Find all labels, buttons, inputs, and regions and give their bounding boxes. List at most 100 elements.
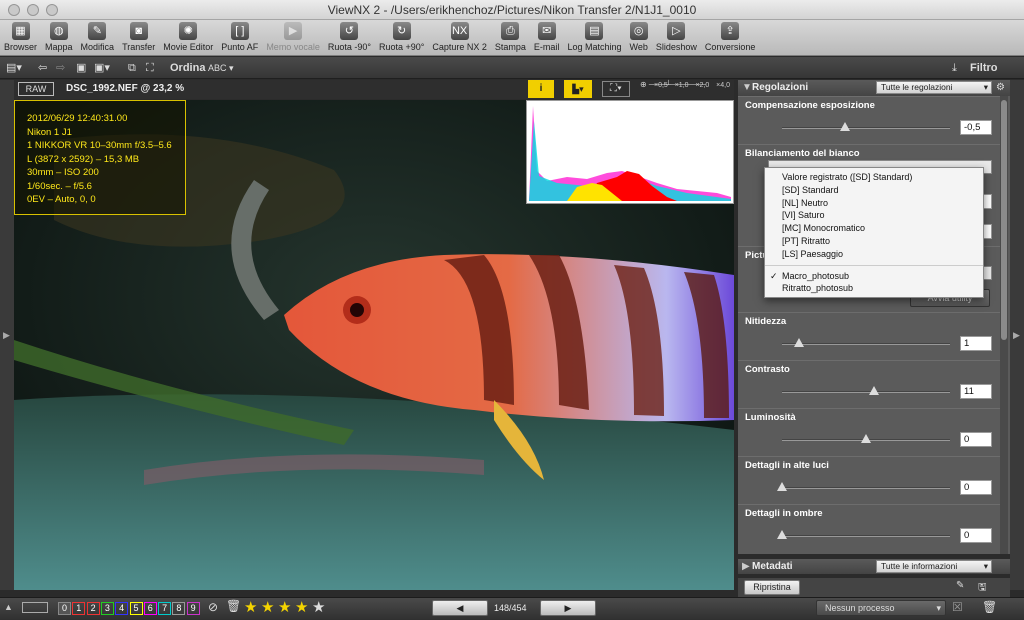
menu-item[interactable]: [VI] Saturo (765, 209, 983, 222)
copy-icon[interactable]: ⧉ (128, 60, 136, 76)
adjustment-value-field[interactable]: 0 (960, 528, 992, 543)
right-panel-toggle[interactable]: ▶ (1010, 80, 1024, 590)
download-icon[interactable]: ⤓ (952, 60, 957, 76)
toolbar-button-label: Ruota -90° (327, 42, 371, 52)
adjustment-slider-track[interactable] (782, 487, 950, 489)
toolbar-rotate-left-button[interactable]: ↺ Ruota -90° (328, 20, 371, 52)
color-label-4[interactable]: 4 (115, 602, 129, 615)
color-label-5[interactable]: 5 (129, 602, 143, 615)
histogram-toggle-icon[interactable]: ▙▾ (564, 80, 592, 98)
color-label-1[interactable]: 1 (72, 602, 86, 615)
color-label-0[interactable]: 0 (58, 602, 71, 615)
adjustment-value-field[interactable]: 11 (960, 384, 992, 399)
menu-item-custom[interactable]: ✓ Macro_photosub (765, 270, 983, 283)
expand-triangle-icon[interactable]: ▶ (742, 559, 750, 574)
adjustment-slider-track[interactable] (782, 343, 950, 345)
rating-star-icon[interactable]: ★ (295, 598, 308, 616)
filmstrip-size-icon[interactable] (22, 602, 48, 613)
rating-star-icon[interactable]: ★ (312, 598, 325, 616)
adjustment-slider-thumb[interactable] (793, 338, 804, 347)
toolbar-play-button[interactable]: ▶ Memo vocale (266, 20, 320, 52)
adjustment-slider-track[interactable] (782, 127, 950, 129)
trash-icon[interactable]: 🗑 (982, 600, 997, 614)
menu-item-custom[interactable]: Ritratto_photosub (765, 282, 983, 295)
paste-adjustments-icon[interactable]: ✎ (956, 580, 964, 591)
toolbar-browser-button[interactable]: ▦ Browser (4, 20, 37, 52)
adjustment-slider-track[interactable] (782, 535, 950, 537)
menu-item[interactable]: [MC] Monocromatico (765, 222, 983, 235)
toolbar-web-button[interactable]: ◎ Web (629, 20, 648, 52)
rating-star-icon[interactable]: ★ (261, 598, 274, 616)
adjustment-value-field[interactable]: 1 (960, 336, 992, 351)
color-label-6[interactable]: 6 (143, 602, 157, 615)
zoom-level-2[interactable]: ×2,0 (695, 82, 709, 89)
clear-rating-icon[interactable]: 🗑 (226, 599, 241, 613)
collapse-triangle-icon[interactable]: ▼ (742, 80, 752, 96)
toggle-filmstrip-icon[interactable]: ▲ (4, 602, 13, 612)
next-image-button[interactable]: ▶ (540, 600, 596, 616)
toolbar-log-button[interactable]: ▤ Log Matching (567, 20, 621, 52)
photo-viewer[interactable]: 2012/06/29 12:40:31.00 Nikon 1 J1 1 NIKK… (14, 100, 734, 590)
minimize-window-button[interactable] (27, 4, 39, 16)
adjustment-slider-thumb[interactable] (840, 122, 850, 131)
zoom-window-button[interactable] (46, 4, 58, 16)
zoom-level-0.5[interactable]: ×0,5 (654, 82, 668, 89)
color-label-2[interactable]: 2 (86, 602, 100, 615)
color-label-7[interactable]: 7 (158, 602, 172, 615)
toolbar-mail-button[interactable]: ✉ E-mail (534, 20, 559, 52)
toolbar-edit-button[interactable]: ✎ Modifica (81, 20, 114, 52)
save-adjustments-icon[interactable]: 🖫 (978, 580, 987, 597)
zoom-level-4[interactable]: ×4,0 (716, 82, 730, 89)
close-window-button[interactable] (8, 4, 20, 16)
no-label-icon[interactable]: ⊘ (208, 600, 218, 614)
menu-item[interactable]: [NL] Neutro (765, 197, 983, 210)
adjustment-slider-thumb[interactable] (777, 530, 787, 539)
info-toggle-icon[interactable]: i (528, 80, 554, 98)
toolbar-globe-button[interactable]: ◍ Mappa (45, 20, 73, 52)
adjustment-slider-thumb[interactable] (777, 482, 787, 491)
folder-icon[interactable]: ▣▾ (94, 60, 110, 76)
adjustment-value-field[interactable]: 0 (960, 432, 992, 447)
back-arrow-icon[interactable]: ⇦ (38, 60, 47, 76)
rating-star-icon[interactable]: ★ (278, 598, 291, 616)
process-select[interactable]: Nessun processo ▾ (816, 600, 946, 616)
fit-screen-icon[interactable]: ⛶▾ (602, 81, 630, 97)
picture-control-menu[interactable]: Valore registrato ([SD] Standard) [SD] St… (764, 167, 984, 298)
adjustment-slider-track[interactable] (782, 391, 950, 393)
reset-button[interactable]: Ripristina (744, 580, 800, 595)
folder-up-icon[interactable]: ▣ (76, 60, 86, 76)
forward-arrow-icon[interactable]: ⇨ (56, 60, 65, 76)
toolbar-convert-button[interactable]: ⇪ Conversione (705, 20, 755, 52)
rating-star-icon[interactable]: ★ (244, 598, 257, 616)
menu-item[interactable]: Valore registrato ([SD] Standard) (765, 171, 983, 184)
zoom-level-1[interactable]: ×1,0 (675, 82, 689, 89)
toolbar-rotate-right-button[interactable]: ↻ Ruota +90° (379, 20, 424, 52)
color-label-9[interactable]: 9 (186, 602, 200, 615)
menu-item[interactable]: [LS] Paesaggio (765, 248, 983, 261)
left-panel-toggle[interactable]: ▶ (0, 80, 14, 590)
toolbar-slideshow-button[interactable]: ▷ Slideshow (656, 20, 697, 52)
filter-button[interactable]: Filtro (970, 60, 998, 76)
toolbar-camera-button[interactable]: ◙ Transfer (122, 20, 155, 52)
toolbar-print-button[interactable]: ⎙ Stampa (495, 20, 526, 52)
adjustments-settings-icon[interactable]: ⚙ (996, 80, 1005, 96)
adjustment-slider-thumb[interactable] (869, 386, 880, 395)
sort-select[interactable]: ABC ▾ (208, 60, 234, 76)
adjustments-filter-select[interactable]: Tutte le regolazioni ▾ (876, 81, 992, 94)
menu-item[interactable]: [PT] Ritratto (765, 235, 983, 248)
metadata-filter-select[interactable]: Tutte le informazioni ▾ (876, 560, 992, 573)
screenshot-icon[interactable]: ⛶ (146, 60, 154, 76)
color-label-8[interactable]: 8 (172, 602, 186, 615)
toolbar-af-point-button[interactable]: [ ] Punto AF (221, 20, 258, 52)
adjustment-value-field[interactable]: -0,5 (960, 120, 992, 135)
adjustment-slider-thumb[interactable] (861, 434, 871, 443)
cancel-process-icon[interactable]: ☒ (952, 600, 963, 614)
view-mode-icon[interactable]: ▤▾ (6, 60, 22, 76)
adjustment-value-field[interactable]: 0 (960, 480, 992, 495)
menu-item[interactable]: [SD] Standard (765, 184, 983, 197)
previous-image-button[interactable]: ◀ (432, 600, 488, 616)
adjustments-scrollbar[interactable] (1000, 96, 1008, 554)
toolbar-film-reel-button[interactable]: ✺ Movie Editor (163, 20, 213, 52)
color-label-3[interactable]: 3 (100, 602, 114, 615)
toolbar-capture-nx-button[interactable]: NX Capture NX 2 (432, 20, 487, 52)
